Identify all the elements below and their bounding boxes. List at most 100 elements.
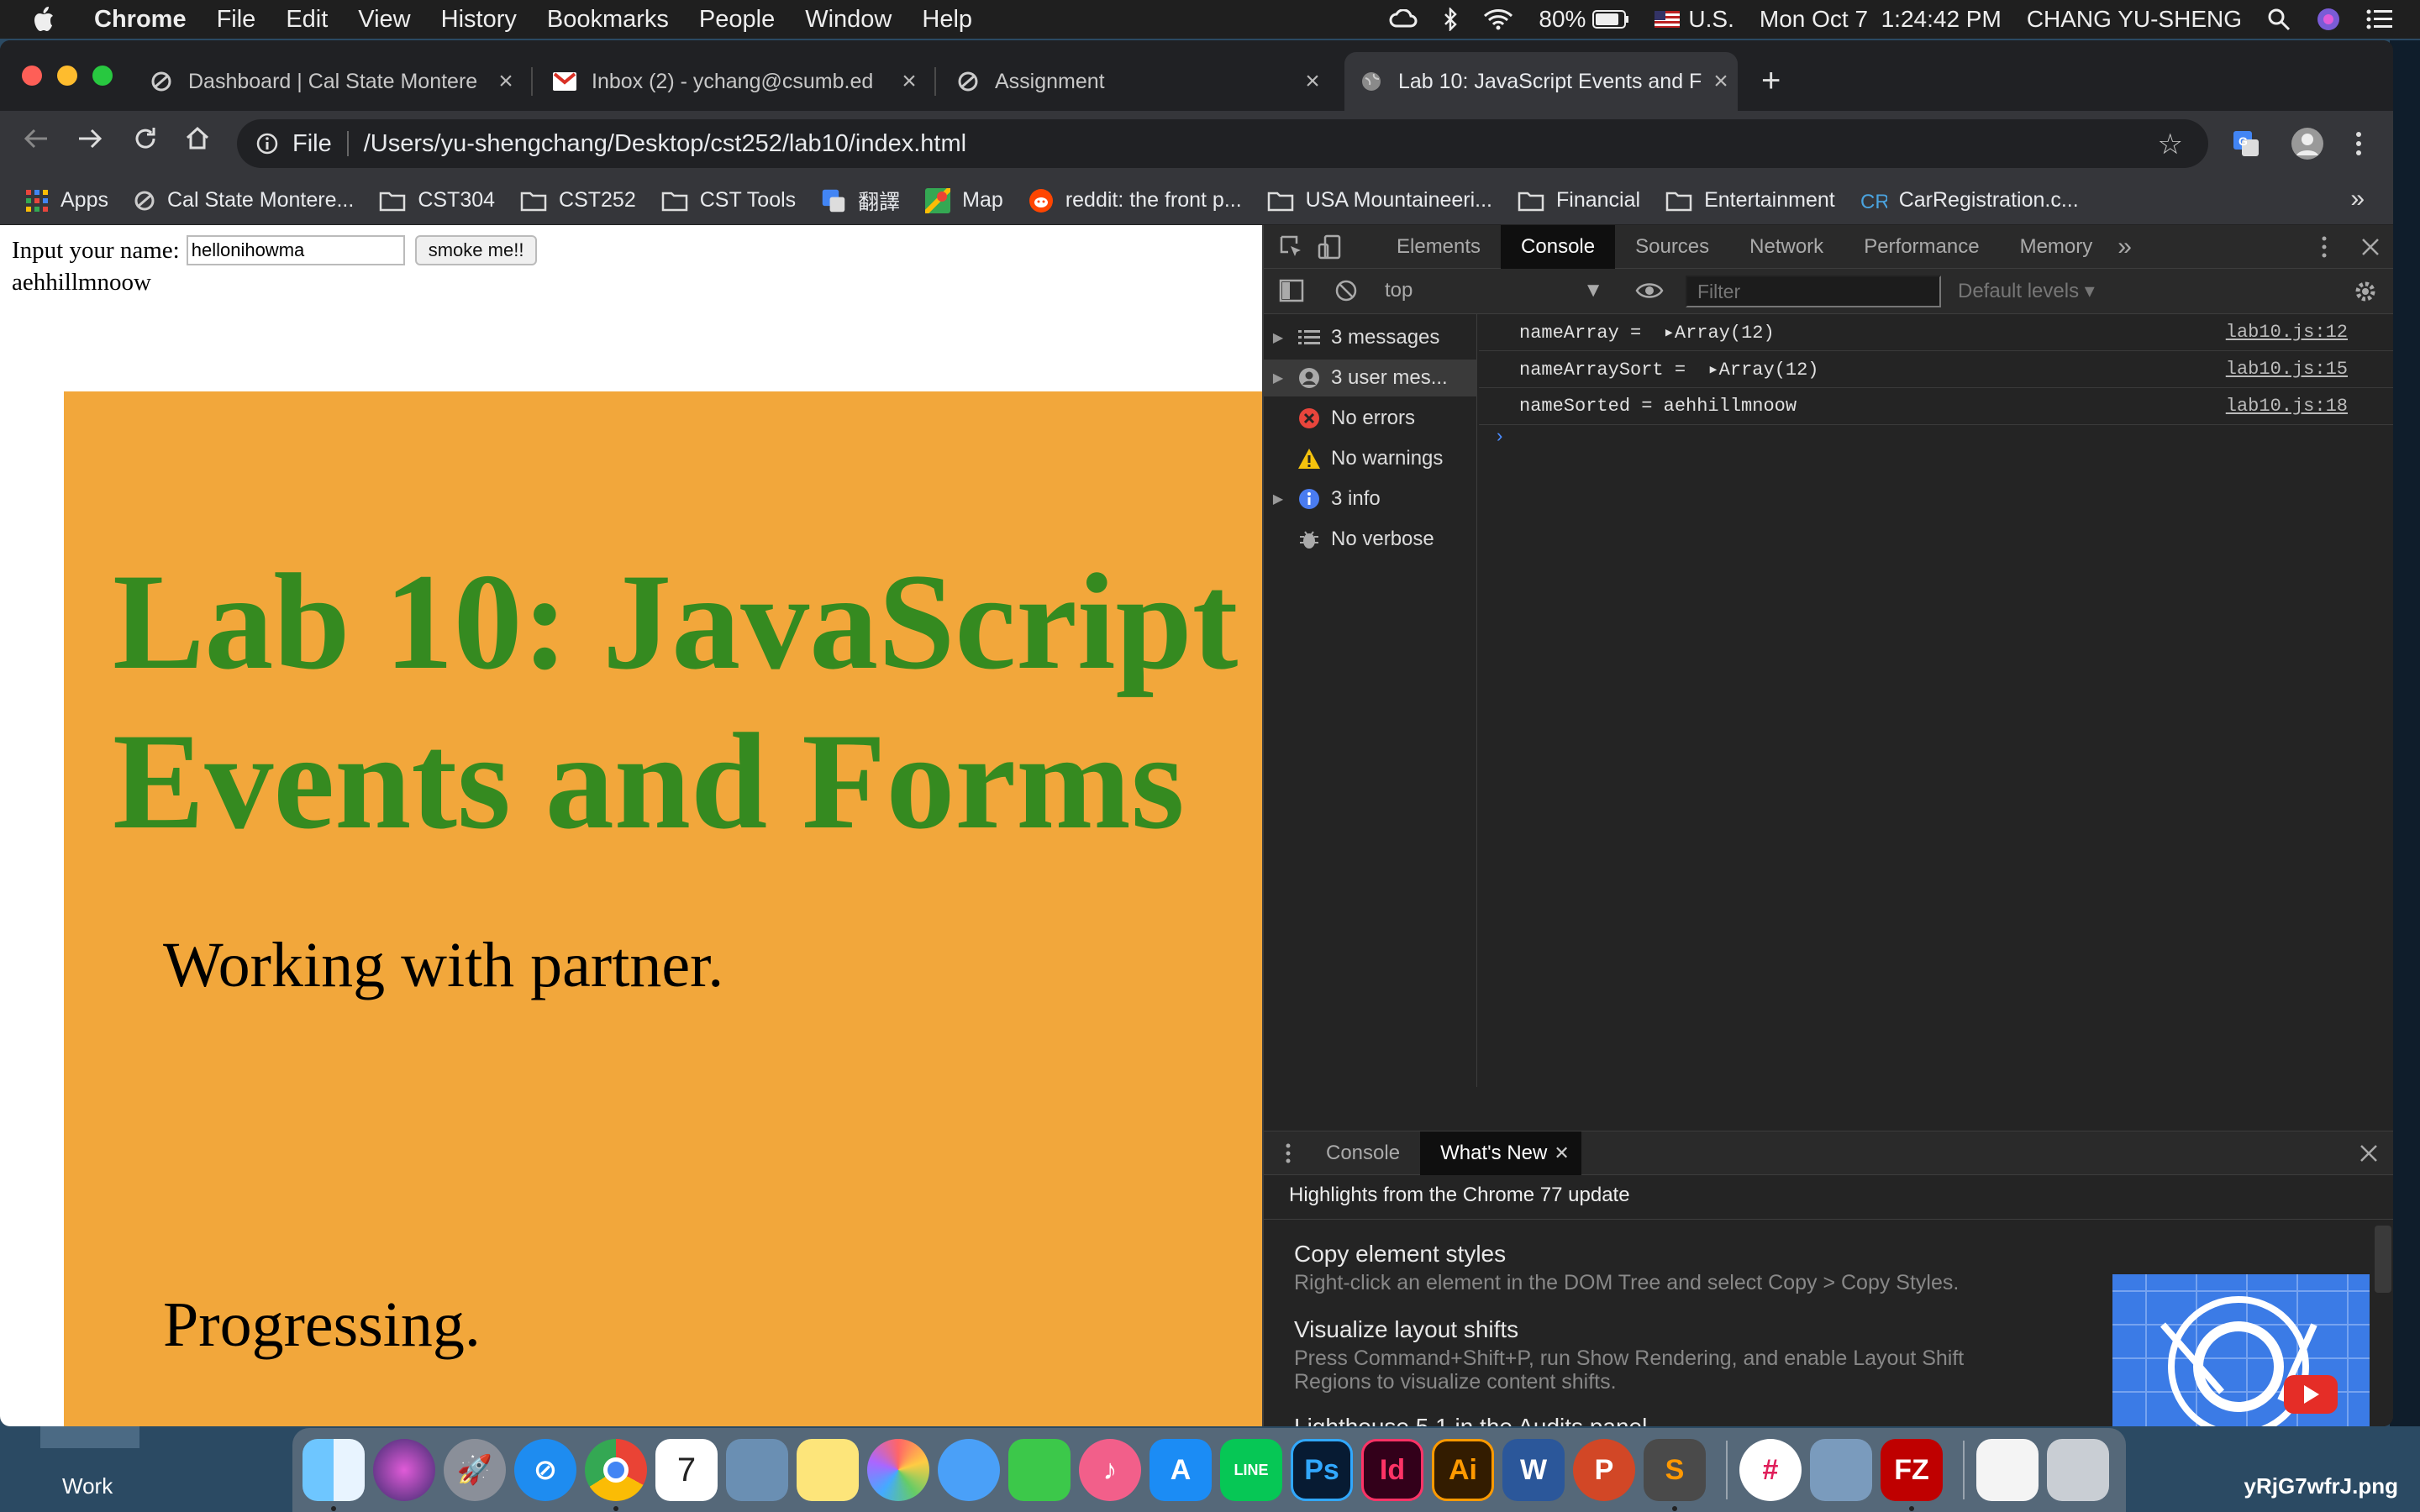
tab-inbox[interactable]: Inbox (2) - ychang@csumb.ed × — [538, 52, 926, 111]
feature-item[interactable]: Visualize layout shifts Press Command+Sh… — [1294, 1316, 2033, 1394]
bookmark-entertainment[interactable]: Entertainment — [1665, 188, 1835, 213]
settings-gear-icon[interactable] — [2353, 279, 2378, 304]
back-icon[interactable] — [22, 124, 50, 153]
console-filter-input[interactable] — [1686, 276, 1941, 307]
facetime-icon[interactable] — [1008, 1439, 1071, 1501]
console-prompt[interactable]: › — [1494, 427, 1505, 448]
expand-arrow-icon[interactable]: ▶ — [1264, 370, 1292, 386]
name-input[interactable] — [186, 235, 405, 265]
tab-console[interactable]: Console — [1501, 224, 1616, 269]
tab-assignment[interactable]: Assignment × — [941, 52, 1329, 111]
menu-window[interactable]: Window — [805, 6, 892, 34]
safari-icon[interactable]: ⊘ — [514, 1439, 576, 1501]
tab-lab10[interactable]: Lab 10: JavaScript Events and F × — [1344, 52, 1738, 111]
desktop-folder[interactable] — [40, 1425, 139, 1448]
tab-close-icon[interactable]: × — [1704, 67, 1738, 96]
preview-icon[interactable] — [726, 1439, 788, 1501]
bookmark-usa-mountaineering[interactable]: USA Mountaineeri... — [1267, 188, 1492, 213]
feature-item[interactable]: Lighthouse 5.1 in the Audits panel — [1294, 1414, 2033, 1426]
sidebar-item-user-messages[interactable]: ▶ 3 user mes... — [1264, 360, 1477, 396]
close-drawer-icon[interactable] — [2360, 1144, 2378, 1163]
zoom-window-button[interactable] — [92, 66, 113, 86]
sidebar-item-messages[interactable]: ▶ 3 messages — [1264, 319, 1477, 356]
menu-file[interactable]: File — [217, 6, 256, 34]
itunes-icon[interactable]: ♪ — [1079, 1439, 1141, 1501]
bookmark-star-icon[interactable]: ☆ — [2158, 128, 2183, 161]
more-tabs-icon[interactable]: » — [2118, 233, 2132, 261]
new-tab-button[interactable]: + — [1761, 64, 1781, 97]
input-source[interactable]: U.S. — [1688, 6, 1733, 33]
sublime-icon[interactable]: S — [1644, 1439, 1706, 1511]
bookmark-cst-tools[interactable]: CST Tools — [661, 188, 796, 213]
live-expression-eye-icon[interactable] — [1635, 281, 1664, 301]
tab-close-icon[interactable]: × — [1296, 67, 1329, 96]
bookmark-cst304[interactable]: CST304 — [379, 188, 495, 213]
profile-avatar-icon[interactable] — [2291, 127, 2324, 160]
calendar-icon[interactable]: 7 — [655, 1439, 718, 1501]
log-source-link[interactable]: lab10.js:18 — [2226, 396, 2348, 417]
info-icon[interactable] — [255, 132, 279, 155]
tab-performance[interactable]: Performance — [1844, 225, 1999, 269]
bookmark-translate[interactable]: 翻譯 — [821, 186, 900, 216]
photoshop-icon[interactable]: Ps — [1291, 1439, 1353, 1501]
clock[interactable]: Mon Oct 7 1:24:42 PM — [1760, 6, 2002, 33]
document-icon[interactable] — [1976, 1439, 2039, 1501]
google-translate-icon[interactable]: G — [2232, 129, 2260, 158]
drawer-menu-icon[interactable] — [1286, 1142, 1291, 1164]
trash-icon[interactable] — [2047, 1439, 2109, 1501]
drawer-scrollbar[interactable] — [2375, 1226, 2391, 1293]
bookmark-reddit[interactable]: reddit: the front p... — [1028, 188, 1242, 213]
slack-icon[interactable]: # — [1739, 1439, 1802, 1501]
device-toolbar-icon[interactable] — [1318, 234, 1343, 260]
bookmark-csumb[interactable]: Cal State Montere... — [134, 188, 354, 213]
home-icon[interactable] — [183, 124, 212, 153]
expand-arrow-icon[interactable]: ▶ — [1264, 491, 1292, 507]
drawer-tab-whats-new[interactable]: What's New — [1420, 1131, 1555, 1175]
tab-sources[interactable]: Sources — [1615, 225, 1729, 269]
bookmark-apps[interactable]: Apps — [25, 188, 108, 213]
sidebar-item-warnings[interactable]: No warnings — [1264, 440, 1477, 477]
chrome-menu-icon[interactable] — [2354, 129, 2363, 158]
console-log-row[interactable]: nameArraySort = ▸Array(12) lab10.js:15 — [1479, 351, 2393, 388]
log-source-link[interactable]: lab10.js:15 — [2226, 359, 2348, 380]
tab-dashboard[interactable]: Dashboard | Cal State Montere × — [134, 52, 523, 111]
powerpoint-icon[interactable]: P — [1573, 1439, 1635, 1501]
close-tab-icon[interactable]: ✕ — [1554, 1131, 1581, 1175]
tab-close-icon[interactable]: × — [489, 67, 523, 96]
bookmark-cst252[interactable]: CST252 — [520, 188, 636, 213]
bluetooth-icon[interactable] — [1443, 8, 1458, 31]
log-source-link[interactable]: lab10.js:12 — [2226, 322, 2348, 343]
filezilla-icon[interactable]: FZ — [1881, 1439, 1943, 1511]
menu-app-name[interactable]: Chrome — [94, 6, 187, 34]
menu-help[interactable]: Help — [922, 6, 972, 34]
notification-center-icon[interactable] — [2366, 8, 2393, 30]
us-flag-icon[interactable] — [1655, 11, 1681, 28]
clear-console-icon[interactable] — [1334, 279, 1358, 302]
reload-icon[interactable] — [131, 124, 160, 153]
context-selector[interactable]: top ▼ — [1385, 279, 1603, 302]
smoke-button[interactable]: smoke me!! — [414, 235, 538, 265]
line-icon[interactable]: LINE — [1220, 1439, 1282, 1501]
sidebar-item-info[interactable]: ▶ 3 info — [1264, 480, 1477, 517]
tab-memory[interactable]: Memory — [2000, 225, 2113, 269]
bookmark-map[interactable]: Map — [925, 187, 1003, 213]
video-thumbnail[interactable] — [2112, 1274, 2370, 1426]
chrome-icon[interactable] — [585, 1439, 647, 1511]
tab-elements[interactable]: Elements — [1376, 225, 1501, 269]
indesign-icon[interactable]: Id — [1361, 1439, 1423, 1501]
photos-icon[interactable] — [867, 1439, 929, 1501]
menu-history[interactable]: History — [441, 6, 517, 34]
menu-bookmarks[interactable]: Bookmarks — [547, 6, 669, 34]
devtools-menu-icon[interactable] — [2321, 235, 2328, 259]
bookmark-financial[interactable]: Financial — [1518, 188, 1640, 213]
creative-cloud-icon[interactable] — [1389, 9, 1418, 29]
console-log-row[interactable]: nameArray = ▸Array(12) lab10.js:12 — [1479, 314, 2393, 351]
menu-people[interactable]: People — [699, 6, 775, 34]
siri-icon[interactable] — [2316, 7, 2341, 32]
battery-icon[interactable] — [1592, 10, 1629, 29]
sidebar-item-verbose[interactable]: No verbose — [1264, 521, 1477, 558]
apple-icon[interactable] — [34, 6, 57, 33]
wifi-icon[interactable] — [1483, 8, 1513, 30]
log-levels-dropdown[interactable]: Default levels ▾ — [1958, 279, 2095, 303]
drawer-tab-console[interactable]: Console — [1306, 1131, 1420, 1175]
